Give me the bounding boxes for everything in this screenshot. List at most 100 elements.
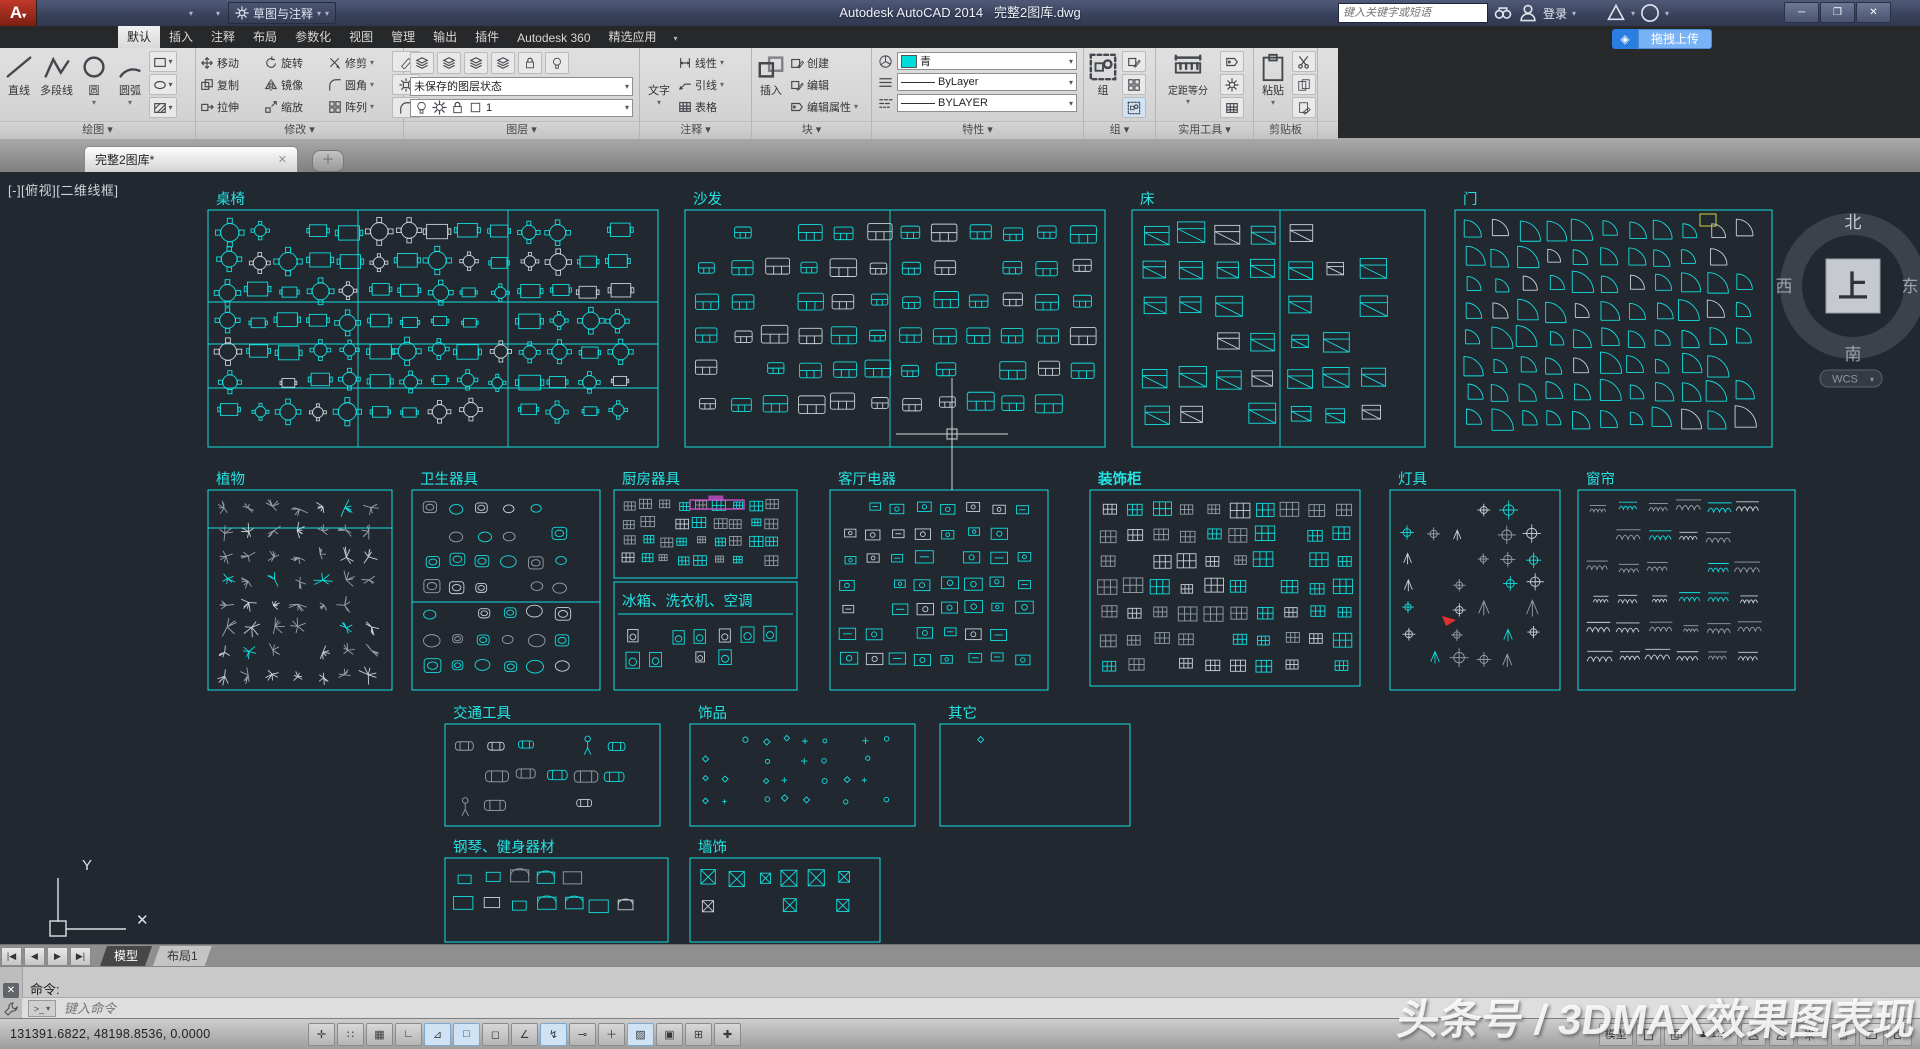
category-label[interactable]: 植物 — [216, 471, 245, 488]
next-tab-button[interactable]: ▶ — [47, 947, 68, 966]
undo-button[interactable]: ▾ — [179, 3, 203, 23]
object-color-dropdown[interactable]: 青▾ — [897, 52, 1077, 70]
leader-button[interactable]: 引线▾ — [678, 74, 724, 96]
tab-featured-apps[interactable]: 精选应用 — [600, 25, 666, 48]
tab-layout[interactable]: 布局 — [244, 25, 286, 48]
fillet-button[interactable]: 圆角▾ — [326, 74, 390, 96]
prev-tab-button[interactable]: ◀ — [24, 947, 45, 966]
layer-lock-button[interactable] — [518, 52, 542, 74]
first-tab-button[interactable]: |◀ — [1, 947, 22, 966]
layer-dropdown[interactable]: 1▾ — [410, 99, 633, 118]
tab-view[interactable]: 视图 — [340, 25, 382, 48]
category-box-11[interactable]: 窗帘 — [1578, 470, 1795, 690]
search-icon[interactable] — [1493, 3, 1513, 23]
category-label[interactable]: 墙饰 — [698, 839, 727, 856]
category-box-7[interactable]: 冰箱、洗衣机、空调 — [614, 582, 797, 690]
autocad-logo-icon[interactable]: A▾ — [0, 0, 37, 26]
tab-default[interactable]: 默认 — [118, 25, 160, 48]
panel-title-utilities[interactable]: 实用工具 ▾ — [1156, 122, 1254, 139]
status-toggle-7[interactable]: ∠ — [511, 1023, 538, 1046]
category-label[interactable]: 门 — [1463, 191, 1478, 208]
ungroup-button[interactable] — [1122, 51, 1146, 72]
line-button[interactable]: 直线 — [2, 51, 36, 118]
measure-button[interactable]: 定距等分▾ — [1158, 51, 1218, 118]
category-box-15[interactable]: 钢琴、健身器材 — [445, 839, 668, 942]
category-label[interactable]: 装饰柜 — [1097, 470, 1142, 488]
status-toggle-13[interactable]: ⊞ — [685, 1023, 712, 1046]
status-toggle-9[interactable]: ⊸ — [569, 1023, 596, 1046]
category-label[interactable]: 桌椅 — [216, 191, 245, 208]
panel-title-draw[interactable]: 绘图 ▾ — [0, 122, 196, 139]
status-toggle-0[interactable]: ✛ — [308, 1023, 335, 1046]
panel-title-block[interactable]: 块 ▾ — [752, 122, 872, 139]
circle-button[interactable]: 圆▾ — [77, 51, 111, 118]
viewcube-south[interactable]: 南 — [1845, 345, 1862, 364]
help-icon[interactable]: ? — [1640, 3, 1660, 23]
exchange-apps-icon[interactable]: X — [1581, 3, 1601, 23]
category-label[interactable]: 灯具 — [1398, 471, 1427, 488]
category-box-8[interactable]: 客厅电器 — [830, 471, 1048, 690]
status-toggle-3[interactable]: ∟ — [395, 1023, 422, 1046]
status-toggle-8[interactable]: ↯ — [540, 1023, 567, 1046]
status-toggle-2[interactable]: ▦ — [366, 1023, 393, 1046]
insert-block-button[interactable]: 插入 — [754, 51, 788, 118]
lineweight-dropdown[interactable]: ByLayer▾ — [897, 73, 1077, 91]
edit-block-button[interactable]: 编辑 — [790, 74, 858, 96]
category-label[interactable]: 饰品 — [698, 705, 727, 722]
category-box-2[interactable]: 床 — [1132, 191, 1425, 447]
category-box-6[interactable]: 厨房器具 — [614, 471, 797, 578]
hatch-button[interactable]: ▾ — [149, 97, 177, 118]
group-edit-button[interactable] — [1122, 74, 1146, 95]
dimension-button[interactable]: 线性▾ — [678, 52, 724, 74]
category-box-13[interactable]: 饰品 — [690, 705, 915, 826]
status-toggle-1[interactable]: ∷ — [337, 1023, 364, 1046]
category-box-3[interactable]: 门 — [1455, 191, 1772, 447]
layer-properties-button[interactable] — [410, 52, 434, 74]
category-box-10[interactable]: 灯具 — [1390, 471, 1560, 690]
category-label[interactable]: 卫生器具 — [420, 471, 478, 488]
minimize-button[interactable]: ─ — [1784, 2, 1819, 23]
new-drawing-tab-button[interactable]: ＋ — [312, 150, 344, 172]
layer-isolate-button[interactable] — [464, 52, 488, 74]
viewcube-east[interactable]: 东 — [1902, 277, 1919, 296]
viewcube-west[interactable]: 西 — [1776, 277, 1793, 296]
status-toggle-10[interactable]: ＋ — [598, 1023, 625, 1046]
edit-attributes-button[interactable]: 编辑属性▾ — [790, 96, 858, 118]
category-label[interactable]: 钢琴、健身器材 — [453, 839, 555, 856]
search-input[interactable] — [1338, 3, 1488, 23]
plot-button[interactable] — [152, 3, 176, 23]
category-box-4[interactable]: 植物 — [208, 471, 392, 690]
cut-button[interactable] — [1292, 51, 1316, 72]
trim-button[interactable]: 修剪▾ — [326, 52, 390, 74]
layer-state-dropdown[interactable]: 未保存的图层状态▾ — [410, 77, 633, 96]
save-button[interactable] — [98, 3, 122, 23]
panel-title-group[interactable]: 组 ▾ — [1084, 122, 1156, 139]
category-label[interactable]: 床 — [1140, 191, 1155, 208]
scale-button[interactable]: 缩放 — [262, 96, 326, 118]
category-box-5[interactable]: 卫生器具 — [412, 471, 600, 690]
drag-upload-button[interactable]: 拖拽上传 — [1638, 29, 1712, 49]
mirror-button[interactable]: 镜像 — [262, 74, 326, 96]
category-box-14[interactable]: 其它 — [940, 704, 1130, 826]
panel-title-properties[interactable]: 特性 ▾ — [872, 122, 1084, 139]
rotate-button[interactable]: 旋转 — [262, 52, 326, 74]
ellipse-button[interactable]: ▾ — [149, 74, 177, 95]
arc-button[interactable]: 圆弧▾ — [113, 51, 147, 118]
group-select-button[interactable] — [1122, 97, 1146, 118]
viewcube-north[interactable]: 北 — [1845, 213, 1862, 232]
array-button[interactable]: 阵列▾ — [326, 96, 390, 118]
create-block-button[interactable]: 创建 — [790, 52, 858, 74]
status-toggle-12[interactable]: ▣ — [656, 1023, 683, 1046]
model-canvas[interactable]: 桌椅沙发床门植物卫生器具厨房器具冰箱、洗衣机、空调客厅电器装饰柜灯具窗帘交通工具… — [0, 172, 1920, 944]
table-button[interactable]: 表格 — [678, 96, 724, 118]
rectangle-button[interactable]: ▾ — [149, 51, 177, 72]
category-label[interactable]: 窗帘 — [1586, 470, 1615, 488]
calculator-button[interactable] — [1220, 97, 1244, 118]
status-toggle-5[interactable]: □ — [453, 1023, 480, 1046]
copy-clip-button[interactable] — [1292, 74, 1316, 95]
text-button[interactable]: A文字▾ — [642, 51, 676, 118]
polyline-button[interactable]: 多段线 — [38, 51, 75, 118]
autodesk360-icon[interactable] — [1606, 3, 1626, 23]
new-file-button[interactable] — [44, 3, 68, 23]
viewport-controls[interactable]: [-][俯视][二维线框] — [8, 180, 119, 199]
